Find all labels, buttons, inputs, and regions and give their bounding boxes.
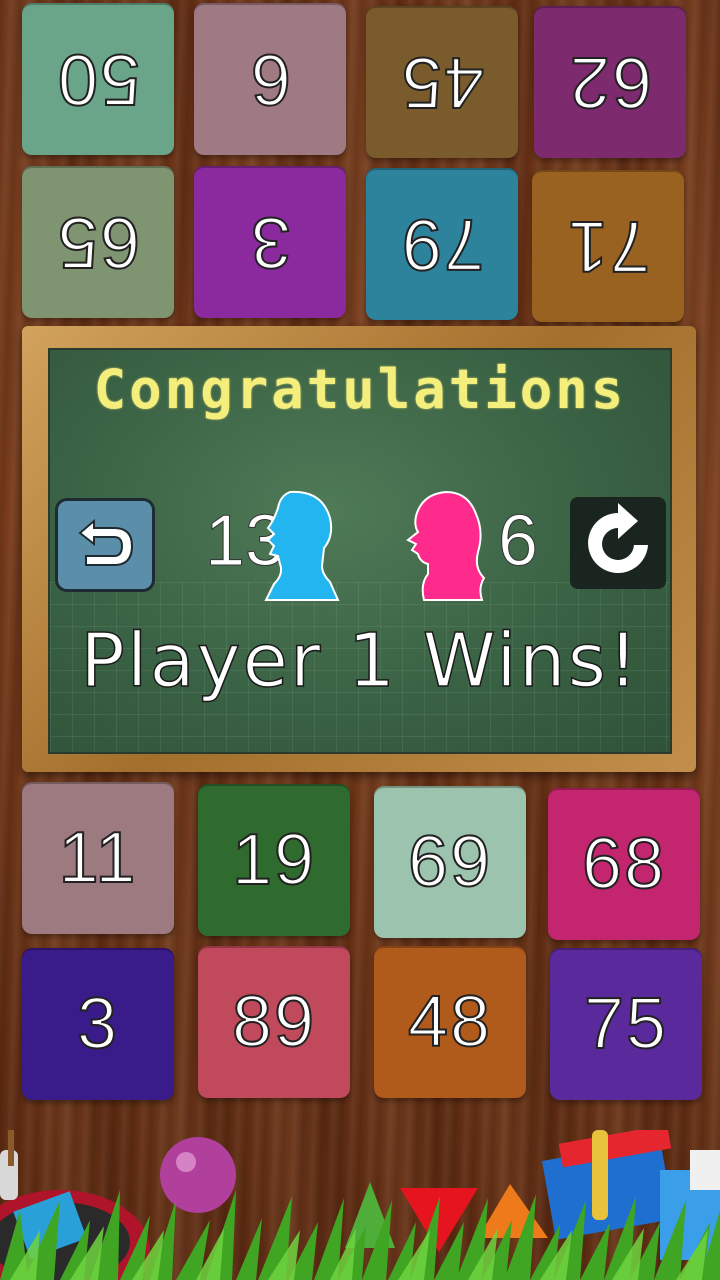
player2-score: 6: [497, 501, 539, 582]
decorative-scenery: [0, 1130, 720, 1280]
undo-button[interactable]: [55, 498, 155, 592]
opponent-tile[interactable]: 50: [22, 3, 174, 155]
dialog-title: Congratulations: [93, 358, 627, 421]
opponent-tile[interactable]: 3: [194, 166, 346, 318]
girl-silhouette-icon: [406, 490, 486, 601]
player-tile[interactable]: 68: [548, 788, 700, 940]
opponent-tile[interactable]: 62: [534, 6, 686, 158]
boy-silhouette-icon: [264, 490, 340, 601]
opponent-tile[interactable]: 45: [366, 6, 518, 158]
undo-arrow-icon: [78, 518, 134, 566]
replay-button[interactable]: [570, 497, 666, 589]
ball-icon: [160, 1137, 236, 1213]
player-tile[interactable]: 11: [22, 782, 174, 934]
player-tile[interactable]: 19: [198, 784, 350, 936]
opponent-tile[interactable]: 71: [532, 170, 684, 322]
result-message: Player 1 Wins!: [79, 617, 640, 705]
opponent-tile[interactable]: 65: [22, 166, 174, 318]
replay-icon: [588, 503, 648, 573]
player-tile[interactable]: 3: [22, 948, 174, 1100]
opponent-tile[interactable]: 6: [194, 3, 346, 155]
player-tile[interactable]: 48: [374, 946, 526, 1098]
player-tile[interactable]: 75: [550, 948, 702, 1100]
pyramid-icon: [478, 1184, 548, 1238]
player-tile[interactable]: 69: [374, 786, 526, 938]
opponent-tile[interactable]: 79: [366, 168, 518, 320]
player-tile[interactable]: 89: [198, 946, 350, 1098]
